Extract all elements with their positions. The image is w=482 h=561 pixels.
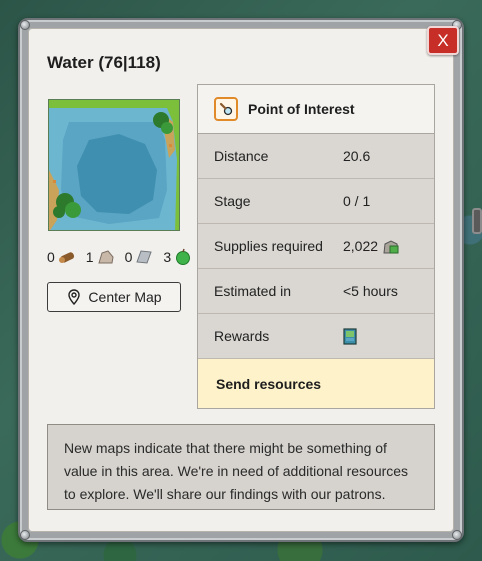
poi-header: Point of Interest	[198, 85, 434, 134]
poi-info-table: Point of Interest Distance 20.6 Stage 0 …	[197, 84, 435, 409]
poi-description: New maps indicate that there might be so…	[47, 424, 435, 510]
info-row-label: Supplies required	[214, 238, 323, 254]
lake-map-icon	[49, 100, 179, 230]
resource-item-stone: 1	[86, 248, 115, 266]
dialog-title: Water (76|118)	[47, 53, 161, 72]
close-button-label: X	[437, 30, 449, 50]
info-row-estimated: Estimated in <5 hours	[198, 269, 434, 314]
side-panel-handle[interactable]	[472, 208, 482, 234]
supplies-icon	[383, 240, 399, 254]
location-pin-icon	[68, 289, 81, 305]
resource-list: 0 1 0 3	[47, 247, 198, 267]
resource-count: 1	[85, 249, 94, 265]
info-row-label: Rewards	[214, 328, 270, 344]
resource-count: 0	[47, 249, 55, 265]
frame-rivet-icon	[20, 530, 30, 540]
info-row-value-wrap: <5 hours	[343, 283, 398, 299]
info-row-value: 2,022	[343, 238, 379, 254]
location-minimap	[48, 99, 180, 231]
info-row-stage: Stage 0 / 1	[198, 179, 434, 224]
resource-item-fruit: 3	[163, 248, 192, 266]
resource-count: 0	[124, 249, 133, 265]
info-row-label: Distance	[214, 148, 269, 164]
info-row-value-wrap: 0 / 1	[343, 193, 370, 209]
info-row-supplies: Supplies required 2,022	[198, 224, 434, 269]
info-row-value: 0 / 1	[343, 193, 371, 209]
green-fruit-icon	[176, 248, 191, 265]
info-row-distance: Distance 20.6	[198, 134, 434, 179]
send-resources-button[interactable]: Send resources	[198, 359, 434, 408]
info-row-value: <5 hours	[343, 283, 398, 299]
center-map-label: Center Map	[88, 289, 162, 305]
frame-rivet-icon	[452, 530, 462, 540]
wood-log-icon	[58, 252, 74, 263]
info-row-value-wrap: 20.6	[343, 148, 370, 164]
resource-item-metal: 0	[125, 248, 154, 266]
resource-item-wood: 0	[47, 248, 76, 266]
stone-icon	[97, 250, 114, 264]
magnifier-icon	[214, 97, 238, 121]
info-row-rewards: Rewards	[198, 314, 434, 359]
send-resources-label: Send resources	[216, 375, 322, 392]
close-button[interactable]: X	[427, 26, 459, 55]
info-row-label: Stage	[214, 193, 251, 209]
metal-ingot-icon	[136, 250, 153, 264]
info-row-label: Estimated in	[214, 283, 292, 299]
center-map-button[interactable]: Center Map	[47, 282, 181, 312]
info-row-value-wrap: 2,022	[343, 237, 400, 255]
info-row-value: 20.6	[343, 148, 371, 164]
poi-header-label: Point of Interest	[248, 101, 355, 117]
info-row-value-wrap	[343, 327, 357, 345]
map-scroll-icon[interactable]	[343, 327, 357, 345]
resource-count: 3	[163, 249, 172, 265]
